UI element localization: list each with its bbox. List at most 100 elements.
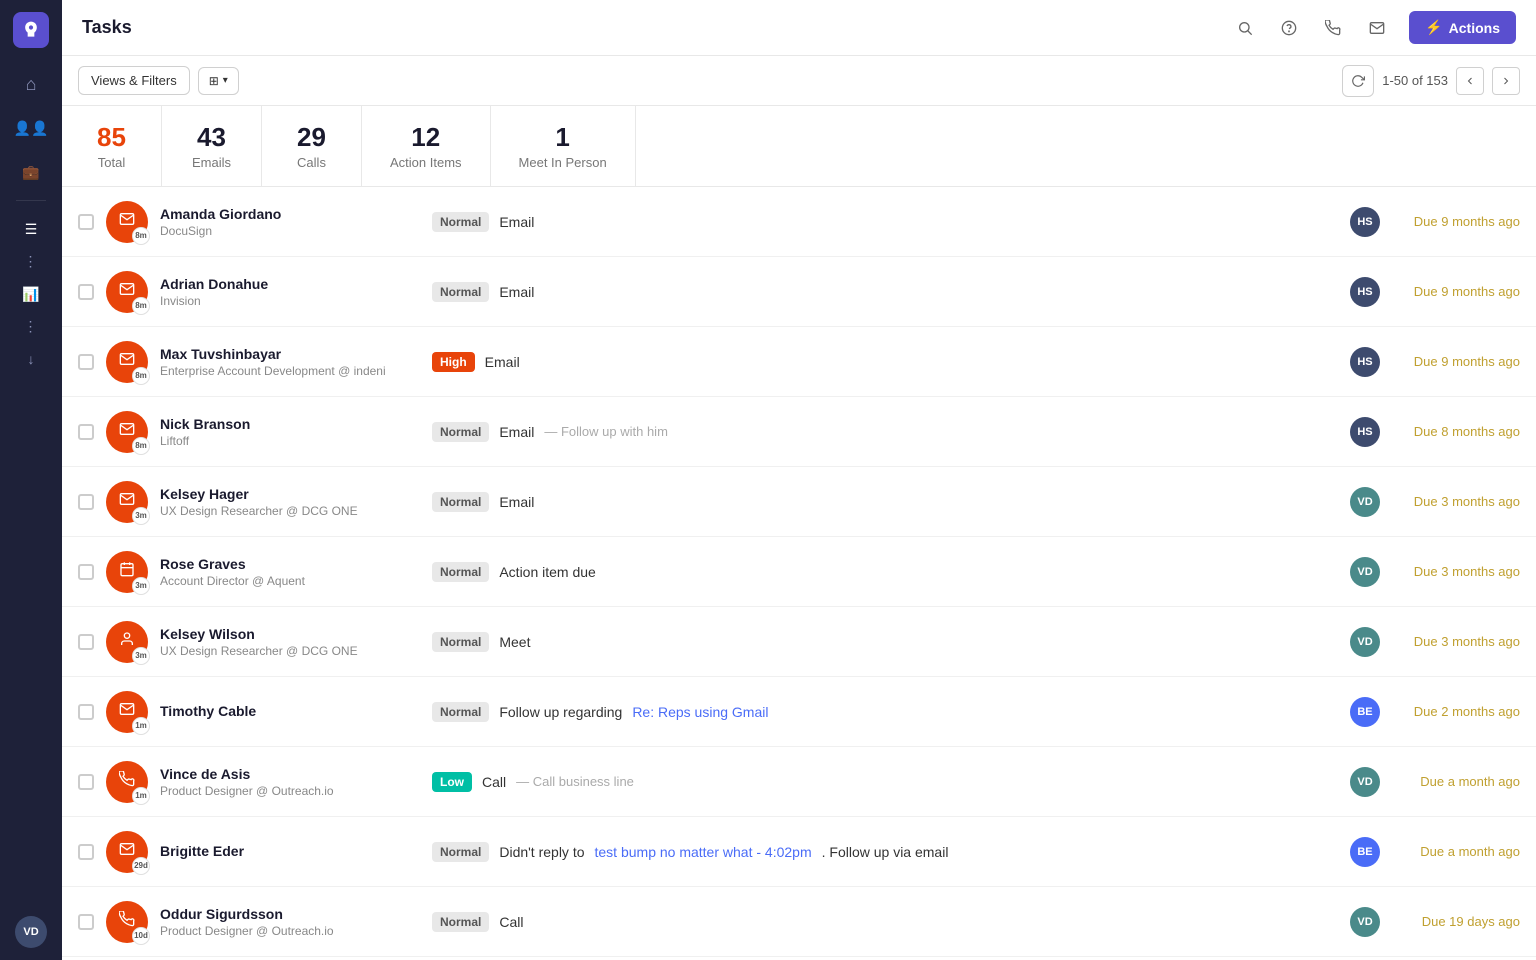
sidebar-dots-2[interactable]: ⋮ [24,318,39,335]
sidebar-dots-1[interactable]: ⋮ [24,253,39,270]
avatar-icon [119,421,135,442]
task-row[interactable]: 3m Kelsey Wilson UX Design Researcher @ … [62,607,1536,677]
assignee-avatar: HS [1350,417,1380,447]
sidebar-item-contacts[interactable]: 👤👤 [11,108,51,148]
header-icons [1229,12,1393,44]
task-row[interactable]: 8m Amanda Giordano DocuSign Normal Email… [62,187,1536,257]
toolbar: Views & Filters ⊞ ▾ 1-50 of 153 [62,56,1536,106]
task-contact-name: Amanda Giordano [160,206,420,222]
task-contact-name: Oddur Sigurdsson [160,906,420,922]
task-row[interactable]: 3m Rose Graves Account Director @ Aquent… [62,537,1536,607]
task-details: Normal Meet [432,632,1338,652]
task-avatar: 3m [106,621,148,663]
sidebar-item-download[interactable]: ↓ [11,339,51,379]
pagination-next-button[interactable] [1492,67,1520,95]
task-checkbox[interactable] [78,284,94,300]
column-picker-button[interactable]: ⊞ ▾ [198,67,239,95]
due-date: Due 3 months ago [1390,634,1520,649]
views-filters-button[interactable]: Views & Filters [78,66,190,95]
assignee-avatar: VD [1350,627,1380,657]
stat-item-emails[interactable]: 43 Emails [162,106,262,186]
grid-icon: ⊞ [209,74,219,88]
task-right: HS Due 8 months ago [1350,417,1520,447]
task-info: Timothy Cable [160,703,420,721]
avatar-icon [119,351,135,372]
action-text: Email [485,354,520,370]
refresh-button[interactable] [1342,65,1374,97]
task-checkbox[interactable] [78,494,94,510]
assignee-avatar: VD [1350,767,1380,797]
due-date: Due 19 days ago [1390,914,1520,929]
chevron-down-icon: ▾ [223,75,228,86]
sidebar-item-tasks[interactable]: ☰ [11,209,51,249]
task-checkbox[interactable] [78,634,94,650]
action-link[interactable]: test bump no matter what - 4:02pm [595,844,812,860]
page-title: Tasks [82,17,1213,38]
task-contact-subtitle: Invision [160,294,420,308]
priority-badge: Normal [432,702,489,722]
task-info: Max Tuvshinbayar Enterprise Account Deve… [160,346,420,378]
due-date: Due 9 months ago [1390,284,1520,299]
task-checkbox[interactable] [78,704,94,720]
action-text: Meet [499,634,530,650]
stat-label: Calls [290,155,333,170]
task-row[interactable]: 3m Kelsey Hager UX Design Researcher @ D… [62,467,1536,537]
task-info: Rose Graves Account Director @ Aquent [160,556,420,588]
task-contact-name: Vince de Asis [160,766,420,782]
task-contact-subtitle: UX Design Researcher @ DCG ONE [160,504,420,518]
header: Tasks ⚡ [62,0,1536,56]
task-details: Normal Didn't reply to test bump no matt… [432,842,1338,862]
priority-badge: Normal [432,492,489,512]
sidebar-item-deals[interactable]: 💼 [11,152,51,192]
task-contact-name: Timothy Cable [160,703,420,719]
action-link[interactable]: Re: Reps using Gmail [632,704,768,720]
task-checkbox[interactable] [78,214,94,230]
task-right: HS Due 9 months ago [1350,347,1520,377]
help-icon-btn[interactable] [1273,12,1305,44]
stat-item-total[interactable]: 85 Total [62,106,162,186]
stat-item-calls[interactable]: 29 Calls [262,106,362,186]
due-date: Due 3 months ago [1390,494,1520,509]
actions-button[interactable]: ⚡ Actions [1409,11,1516,44]
user-avatar[interactable]: VD [15,916,47,948]
stat-item-meet-in-person[interactable]: 1 Meet In Person [491,106,636,186]
task-contact-subtitle: DocuSign [160,224,420,238]
task-info: Amanda Giordano DocuSign [160,206,420,238]
task-right: BE Due a month ago [1350,837,1520,867]
avatar-icon [119,561,135,582]
task-avatar: 10d [106,901,148,943]
sidebar-item-analytics[interactable]: 📊 [11,274,51,314]
task-checkbox[interactable] [78,564,94,580]
avatar-icon [119,491,135,512]
task-checkbox[interactable] [78,424,94,440]
task-contact-subtitle: UX Design Researcher @ DCG ONE [160,644,420,658]
task-checkbox[interactable] [78,774,94,790]
task-right: BE Due 2 months ago [1350,697,1520,727]
task-row[interactable]: 8m Nick Branson Liftoff Normal Email— Fo… [62,397,1536,467]
action-text: Call [482,774,506,790]
task-row[interactable]: 8m Adrian Donahue Invision Normal Email … [62,257,1536,327]
stat-label: Total [90,155,133,170]
task-row[interactable]: 1m Timothy Cable Normal Follow up regard… [62,677,1536,747]
avatar-icon [119,211,135,232]
task-row[interactable]: 1m Vince de Asis Product Designer @ Outr… [62,747,1536,817]
task-checkbox[interactable] [78,844,94,860]
task-row[interactable]: 10d Oddur Sigurdsson Product Designer @ … [62,887,1536,957]
task-right: VD Due 3 months ago [1350,487,1520,517]
due-date: Due 2 months ago [1390,704,1520,719]
assignee-avatar: VD [1350,907,1380,937]
task-row[interactable]: 8m Max Tuvshinbayar Enterprise Account D… [62,327,1536,397]
task-checkbox[interactable] [78,914,94,930]
action-note: — Follow up with him [544,424,668,439]
app-logo[interactable] [13,12,49,48]
phone-icon-btn[interactable] [1317,12,1349,44]
task-avatar: 8m [106,341,148,383]
stat-item-action-items[interactable]: 12 Action Items [362,106,491,186]
task-row[interactable]: 29d Brigitte Eder Normal Didn't reply to… [62,817,1536,887]
task-checkbox[interactable] [78,354,94,370]
mail-icon-btn[interactable] [1361,12,1393,44]
sidebar-item-home[interactable]: ⌂ [11,64,51,104]
stat-number: 1 [519,122,607,153]
search-icon-btn[interactable] [1229,12,1261,44]
pagination-prev-button[interactable] [1456,67,1484,95]
